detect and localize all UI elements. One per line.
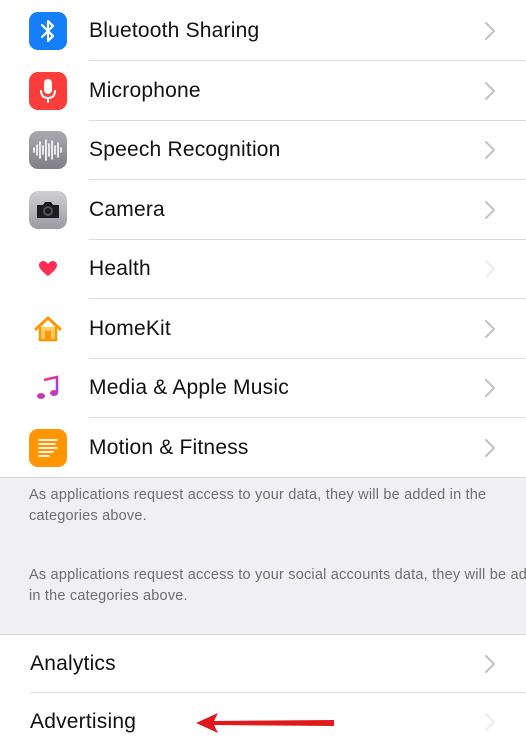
chevron-right-icon [484, 260, 496, 279]
row-bluetooth-sharing[interactable]: Bluetooth Sharing [0, 0, 526, 61]
chevron-right-icon [484, 379, 496, 398]
row-label: Speech Recognition [89, 138, 281, 162]
row-media-apple-music[interactable]: Media & Apple Music [0, 359, 526, 418]
row-analytics[interactable]: Analytics [0, 635, 526, 693]
row-microphone[interactable]: Microphone [0, 61, 526, 121]
row-label: Health [89, 257, 151, 281]
row-camera[interactable]: Camera [0, 180, 526, 240]
home-icon [29, 309, 67, 348]
heart-icon [29, 250, 67, 289]
row-motion-fitness[interactable]: Motion & Fitness [0, 418, 526, 478]
apps-access-footer-note: As applications request access to your d… [29, 487, 487, 524]
music-note-icon [29, 369, 67, 408]
chevron-right-icon [484, 712, 496, 732]
row-label: Media & Apple Music [89, 376, 289, 400]
social-access-footer-note: As applications request access to your s… [29, 567, 526, 604]
row-label: Advertising [30, 710, 137, 733]
chevron-right-icon [484, 81, 496, 100]
motion-fitness-icon [29, 428, 67, 467]
row-label: HomeKit [89, 316, 171, 340]
chevron-right-icon [484, 21, 496, 40]
row-homekit[interactable]: HomeKit [0, 299, 526, 359]
waveform-icon [29, 131, 67, 170]
row-label: Camera [89, 197, 165, 221]
camera-icon [29, 190, 67, 229]
microphone-icon [29, 71, 67, 110]
chevron-right-icon [484, 200, 496, 219]
row-speech-recognition[interactable]: Speech Recognition [0, 121, 526, 180]
row-label: Bluetooth Sharing [89, 18, 260, 42]
row-label: Analytics [30, 652, 116, 675]
bluetooth-icon [29, 11, 67, 50]
privacy-categories-list: Bluetooth Sharing Microphone Speech Reco… [0, 0, 526, 478]
red-annotation-arrow-icon [196, 713, 334, 733]
row-label: Motion & Fitness [89, 435, 249, 459]
chevron-right-icon [484, 438, 496, 457]
chevron-right-icon [484, 319, 496, 338]
chevron-right-icon [484, 141, 496, 160]
row-label: Microphone [89, 78, 201, 102]
row-health[interactable]: Health [0, 240, 526, 299]
chevron-right-icon [484, 654, 496, 674]
